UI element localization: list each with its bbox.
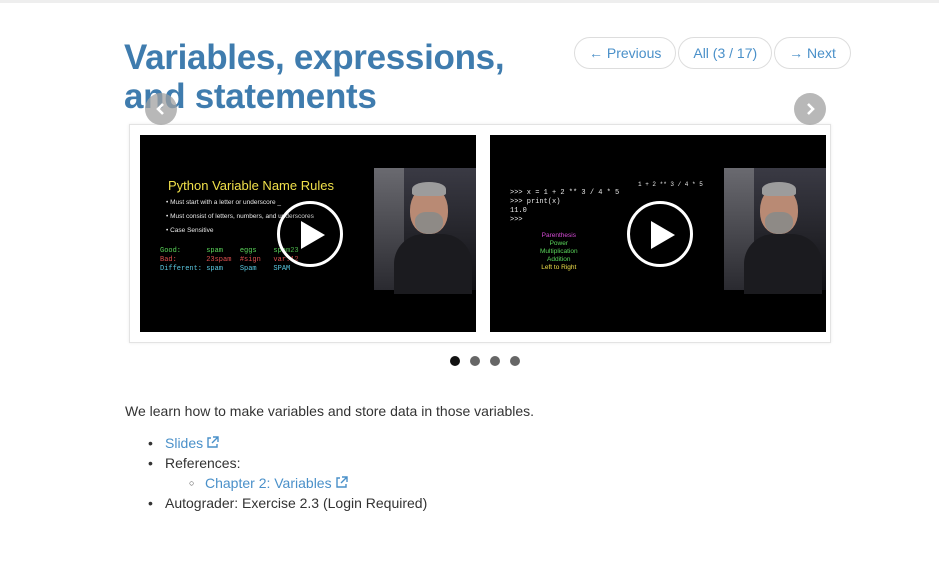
resource-list: Slides References: Chapter 2: Variables …: [148, 433, 427, 513]
video-carousel: Python Variable Name Rules • Must start …: [129, 124, 831, 343]
previous-button[interactable]: ← Previous: [574, 37, 677, 69]
carousel-prev-button[interactable]: [145, 93, 177, 125]
chapter-link[interactable]: Chapter 2: Variables: [205, 475, 348, 491]
code-line: 11.0: [510, 207, 527, 215]
code-line: >>> print(x): [510, 198, 561, 206]
presenter-video: [724, 168, 826, 294]
external-link-icon: [207, 436, 219, 448]
lesson-pager: ← Previous All (3 / 17) → Next: [574, 37, 853, 69]
presenter-video: [374, 168, 476, 294]
page-title: Variables, expressions, and statements: [124, 38, 505, 116]
code-line: Different: spam Spam SPAM: [160, 265, 291, 273]
carousel-dot-4[interactable]: [510, 356, 520, 366]
video-thumbnail-1[interactable]: Python Variable Name Rules • Must start …: [140, 135, 476, 332]
carousel-dot-2[interactable]: [470, 356, 480, 366]
list-item: Chapter 2: Variables: [188, 473, 427, 493]
all-lessons-label: All (3 / 17): [693, 45, 758, 61]
references-label: References:: [165, 455, 241, 471]
carousel-dot-3[interactable]: [490, 356, 500, 366]
autograder-text: Autograder: Exercise 2.3 (Login Required…: [165, 495, 428, 511]
slide-bullet: • Must start with a letter or underscore…: [166, 199, 281, 206]
video-thumbnail-2[interactable]: >>> x = 1 + 2 ** 3 / 4 * 5 >>> print(x) …: [490, 135, 826, 332]
list-item: References: Chapter 2: Variables: [148, 453, 427, 493]
lesson-description: We learn how to make variables and store…: [125, 403, 535, 419]
top-border: [0, 0, 939, 3]
slide-title: Python Variable Name Rules: [168, 178, 334, 193]
play-icon[interactable]: [627, 201, 693, 267]
operator-precedence-list: Parenthesis Power Multiplication Additio…: [540, 232, 578, 271]
list-item: Autograder: Exercise 2.3 (Login Required…: [148, 493, 427, 513]
carousel-indicators: [450, 356, 520, 366]
next-label: → Next: [789, 45, 836, 61]
next-button[interactable]: → Next: [774, 37, 851, 69]
code-line: >>>: [510, 216, 523, 224]
list-item: Slides: [148, 433, 427, 453]
chevron-left-icon: [156, 103, 164, 115]
slides-link[interactable]: Slides: [165, 435, 219, 451]
chevron-right-icon: [807, 103, 815, 115]
code-line: >>> x = 1 + 2 ** 3 / 4 * 5: [510, 189, 620, 197]
carousel-next-button[interactable]: [794, 93, 826, 125]
code-line: Good: spam eggs spam23: [160, 247, 299, 255]
previous-label: ← Previous: [589, 45, 662, 61]
play-icon[interactable]: [277, 201, 343, 267]
carousel-dot-1[interactable]: [450, 356, 460, 366]
external-link-icon: [335, 476, 348, 488]
all-lessons-button[interactable]: All (3 / 17): [678, 37, 773, 69]
slide-bullet: • Case Sensitive: [166, 227, 214, 234]
code-line: Bad: 23spam #sign var.12: [160, 256, 299, 264]
expression-annotation: 1 + 2 ** 3 / 4 * 5: [638, 181, 703, 188]
